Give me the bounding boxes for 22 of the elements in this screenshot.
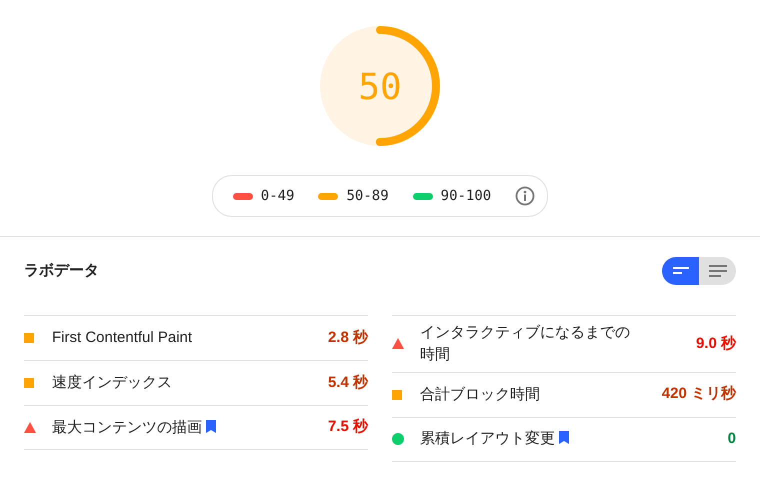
metric-label: 累積レイアウト変更 [420, 430, 555, 448]
legend-label: 50-89 [346, 186, 389, 206]
metric-value: 420 ミリ秒 [660, 384, 736, 404]
metric-label: 最大コンテンツの描画 [52, 418, 202, 436]
score-value: 50 [358, 67, 402, 108]
legend-label: 90-100 [440, 186, 492, 206]
metric-value: 0 [726, 428, 736, 449]
info-icon[interactable] [515, 186, 536, 206]
section-title: ラボデータ [24, 260, 99, 281]
metric-label: 合計ブロック時間 [420, 386, 540, 403]
metric-label: 速度インデックス [52, 374, 172, 392]
expanded-view-button[interactable] [699, 257, 736, 285]
legend-label: 0-49 [260, 186, 294, 206]
metric-value: 7.5 秒 [326, 417, 368, 438]
metric-value: 2.8 秒 [326, 328, 368, 348]
lines-icon [708, 265, 726, 277]
metric-label: インタラクティブになるまでの時間 [420, 324, 630, 363]
compact-list-icon [672, 267, 688, 275]
metric-value: 9.0 秒 [694, 334, 736, 354]
metric-label: First Contentful Paint [52, 329, 192, 346]
metric-value: 5.4 秒 [326, 372, 368, 393]
compact-view-button[interactable] [662, 257, 699, 285]
